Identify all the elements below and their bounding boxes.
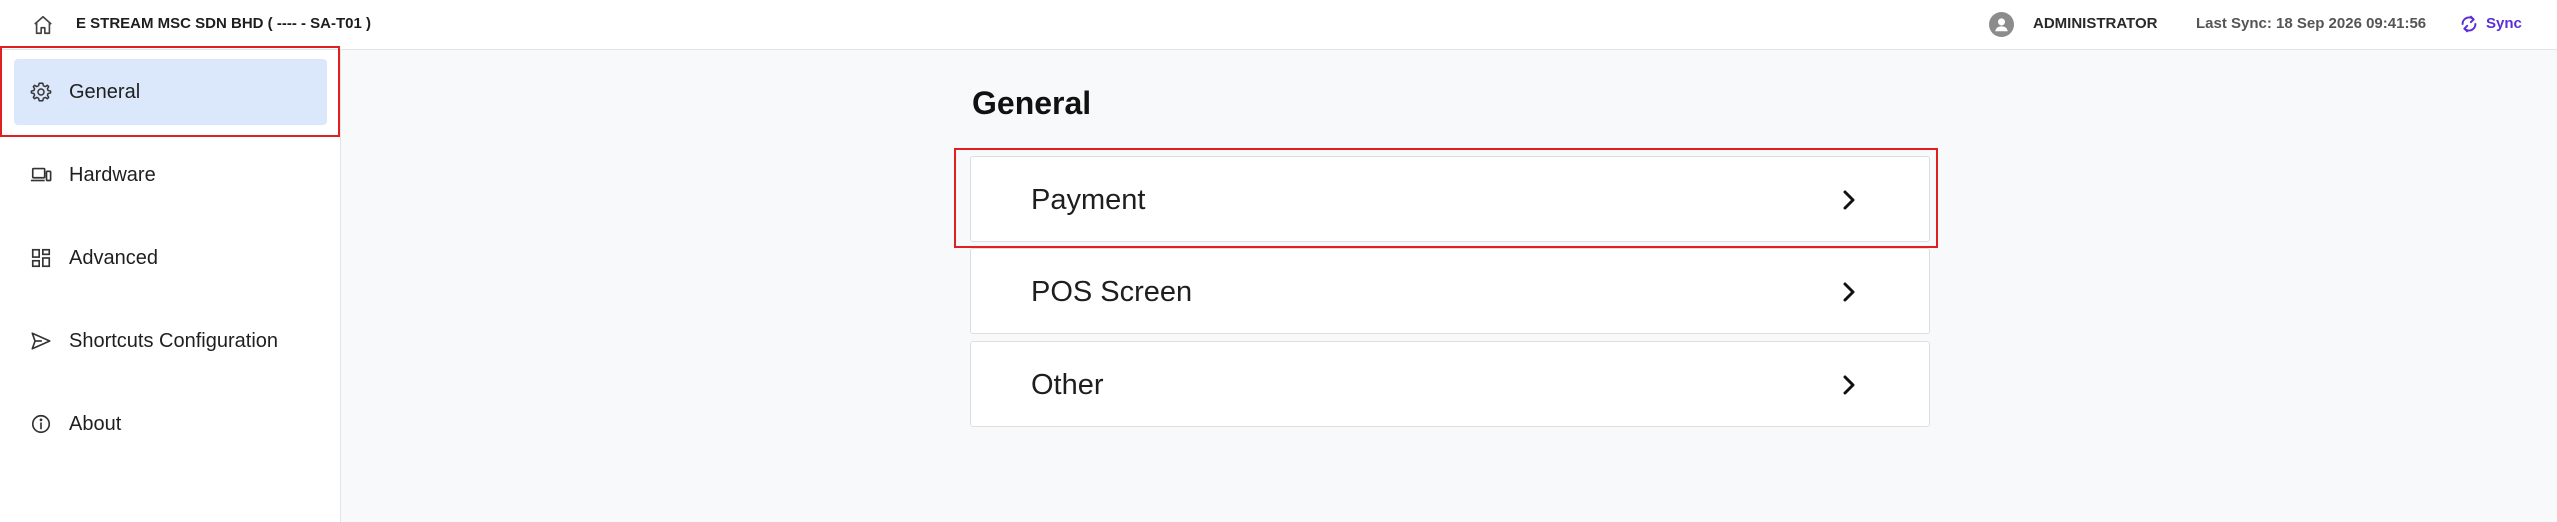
dashboard-grid-icon	[31, 248, 51, 268]
company-title: E STREAM MSC SDN BHD ( ---- - SA-T01 )	[76, 15, 371, 32]
card-payment[interactable]: Payment	[970, 156, 1930, 242]
card-label: Payment	[1031, 184, 1146, 216]
page-title: General	[972, 85, 1092, 121]
sidebar-item-label: Advanced	[69, 247, 158, 269]
user-avatar-icon[interactable]	[1989, 12, 2014, 37]
info-icon	[31, 414, 51, 434]
sidebar-item-about[interactable]: About	[14, 391, 327, 457]
card-label: POS Screen	[1031, 276, 1193, 308]
gear-icon	[30, 82, 52, 102]
sidebar: General Hardware Advanced Shortcuts Conf…	[0, 50, 341, 522]
chevron-right-icon	[1843, 282, 1855, 302]
chevron-right-icon	[1843, 190, 1855, 210]
card-other[interactable]: Other	[970, 341, 1930, 427]
devices-icon	[30, 167, 52, 182]
send-icon	[31, 332, 51, 350]
card-pos-screen[interactable]: POS Screen	[970, 248, 1930, 334]
top-bar: E STREAM MSC SDN BHD ( ---- - SA-T01 ) A…	[0, 0, 2557, 50]
sidebar-item-label: About	[69, 413, 122, 435]
card-label: Other	[1031, 369, 1104, 401]
sidebar-item-general[interactable]: General	[14, 59, 327, 125]
sidebar-item-hardware[interactable]: Hardware	[14, 142, 327, 208]
sidebar-item-advanced[interactable]: Advanced	[14, 225, 327, 291]
sidebar-item-label: Hardware	[69, 164, 156, 186]
sync-button[interactable]: Sync	[2486, 15, 2522, 32]
sidebar-item-label: Shortcuts Configuration	[69, 330, 279, 352]
sidebar-item-shortcuts-configuration[interactable]: Shortcuts Configuration	[14, 308, 327, 374]
sync-icon[interactable]	[2458, 13, 2480, 35]
sidebar-item-label: General	[69, 81, 141, 103]
home-icon[interactable]	[32, 14, 54, 36]
chevron-right-icon	[1843, 375, 1855, 395]
last-sync-status: Last Sync: 18 Sep 2026 09:41:56	[2196, 15, 2427, 32]
user-name[interactable]: ADMINISTRATOR	[2033, 15, 2157, 32]
